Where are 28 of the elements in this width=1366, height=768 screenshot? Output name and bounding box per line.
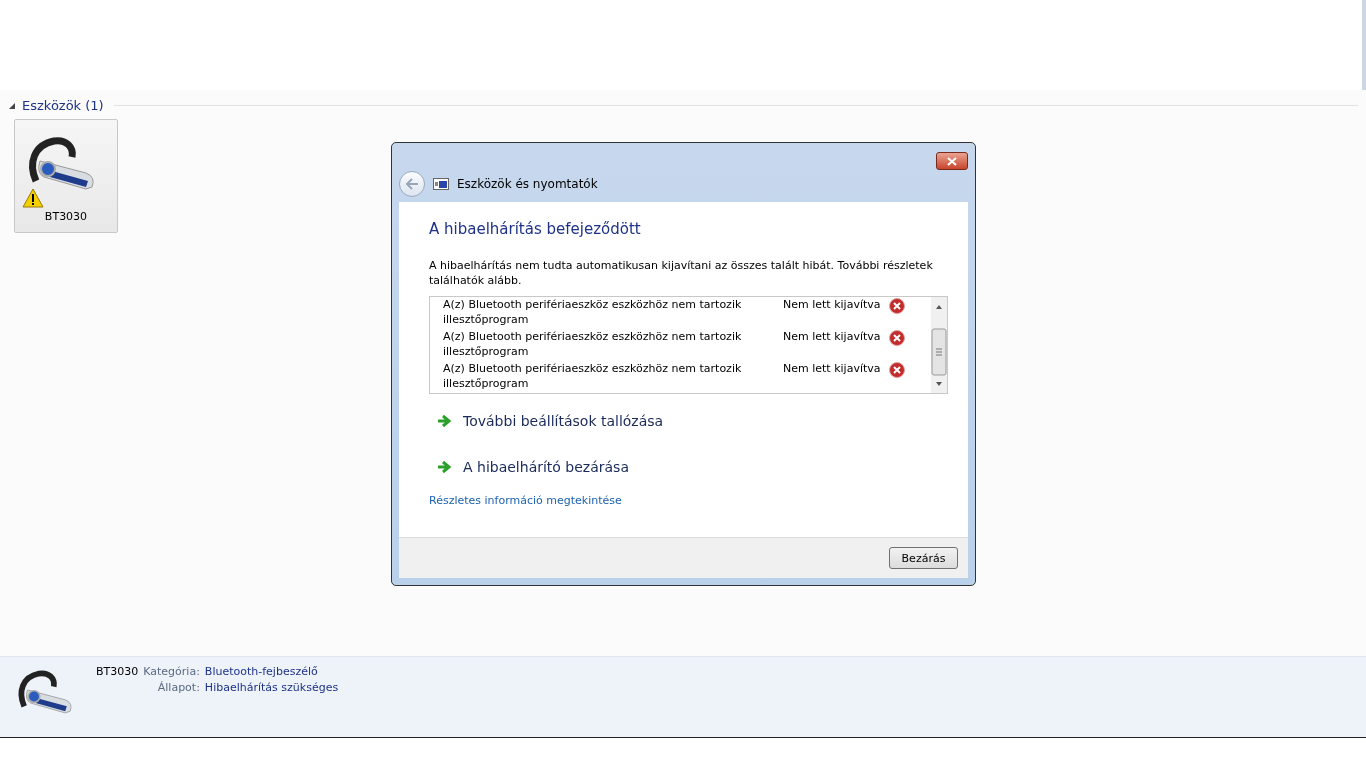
detail-value: Bluetooth-fejbeszélő	[204, 665, 319, 678]
problem-status: Nem lett kijavítva	[783, 361, 882, 376]
details-link[interactable]: Részletes információ megtekintése	[429, 494, 622, 507]
problem-status: Nem lett kijavítva	[783, 297, 882, 312]
devices-printers-icon	[433, 178, 449, 190]
problem-text: A(z) Bluetooth perifériaeszköz eszközhöz nem tartozik illesztőprogram	[443, 329, 743, 359]
arrow-icon	[437, 460, 453, 474]
action-link[interactable]: További beállítások tallózása	[429, 410, 664, 432]
detail-label: Állapot:	[156, 681, 200, 694]
close-button[interactable]	[936, 152, 968, 170]
problem-text: A(z) Bluetooth perifériaeszköz eszközhöz nem tartozik illesztőprogram	[443, 361, 743, 391]
detail-label: Kategória:	[143, 665, 200, 678]
dialog-heading: A hibaelhárítás befejeződött	[429, 220, 642, 238]
window-title: Eszközök és nyomtatók	[457, 177, 598, 191]
close-icon	[947, 156, 957, 166]
problem-status: Nem lett kijavítva	[783, 329, 882, 344]
device-name: BT3030	[96, 665, 139, 678]
message-text: A hibaelhárítás nem tudta automatikusan kijavítani az összes talált hibát. További részletek találhatók alább.	[429, 258, 934, 288]
group-title: Eszközök (1)	[22, 98, 104, 113]
close-dialog-button[interactable]: Bezárás	[889, 547, 958, 569]
arrow-icon	[437, 414, 453, 428]
back-arrow-icon	[405, 178, 419, 190]
device-tile[interactable]: BT3030	[14, 119, 118, 233]
collapse-triangle-icon[interactable]	[8, 101, 16, 110]
detail-value: Hibaelhárítás szükséges	[204, 681, 339, 694]
problem-text: A(z) Bluetooth perifériaeszköz eszközhöz nem tartozik illesztőprogram	[443, 297, 743, 327]
action-link[interactable]: A hibaelhárító bezárása	[429, 456, 629, 478]
device-name: BT3030	[44, 210, 88, 223]
